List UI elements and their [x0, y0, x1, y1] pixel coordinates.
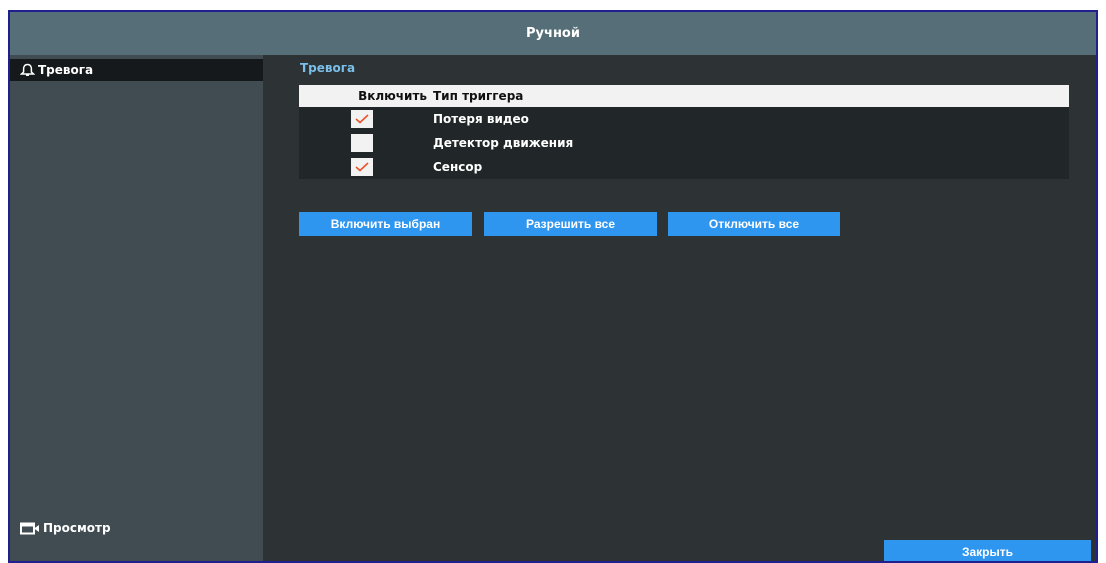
checkbox-cell	[299, 158, 433, 176]
sidebar-item-alarm[interactable]: Тревога	[10, 59, 263, 81]
disable-all-button[interactable]: Отключить все	[668, 212, 840, 236]
trigger-label: Потеря видео	[433, 112, 529, 126]
sidebar-item-label: Тревога	[38, 63, 94, 77]
close-button[interactable]: Закрыть	[884, 540, 1091, 561]
checkmark-icon	[355, 162, 369, 172]
table-row: Потеря видео	[299, 107, 1069, 131]
window-title: Ручной	[10, 12, 1096, 55]
sidebar-item-preview[interactable]: Просмотр	[10, 517, 263, 539]
trigger-label: Детектор движения	[433, 136, 574, 150]
sidebar: Тревога Просмотр	[10, 55, 263, 561]
column-header-enable: Включить	[358, 89, 427, 103]
trigger-table: Включить Тип триггера Потеря видео Детек…	[299, 85, 1069, 179]
column-header-trigger-type: Тип триггера	[433, 89, 524, 103]
dialog-window: Ручной Тревога Просмотр Тревога Включить…	[8, 10, 1098, 563]
enable-checkbox[interactable]	[351, 110, 373, 128]
enable-selected-button[interactable]: Включить выбран	[299, 212, 472, 236]
allow-all-button[interactable]: Разрешить все	[484, 212, 657, 236]
bell-icon	[20, 63, 35, 76]
section-title: Тревога	[300, 61, 356, 75]
checkmark-icon	[355, 114, 369, 124]
table-row: Детектор движения	[299, 131, 1069, 155]
camera-icon	[20, 522, 39, 534]
sidebar-item-label: Просмотр	[43, 521, 111, 535]
trigger-label: Сенсор	[433, 160, 483, 174]
enable-checkbox[interactable]	[351, 134, 373, 152]
table-row: Сенсор	[299, 155, 1069, 179]
main-panel: Тревога Включить Тип триггера Потеря вид…	[263, 55, 1096, 561]
enable-checkbox[interactable]	[351, 158, 373, 176]
table-header: Включить Тип триггера	[299, 85, 1069, 107]
checkbox-cell	[299, 110, 433, 128]
checkbox-cell	[299, 134, 433, 152]
